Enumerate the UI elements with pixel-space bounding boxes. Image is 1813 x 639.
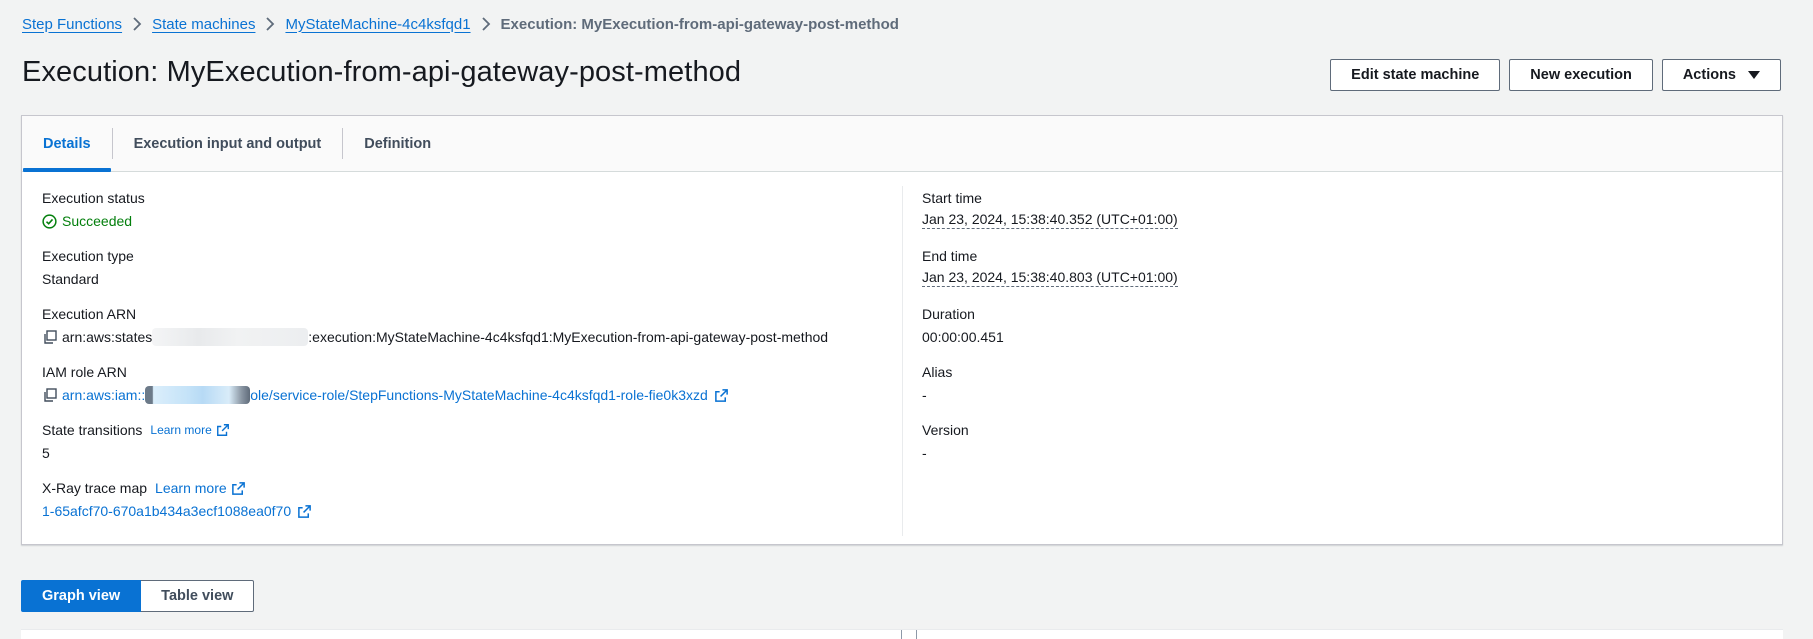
- view-toggle: Graph view Table view: [21, 580, 255, 612]
- tab-details[interactable]: Details: [22, 116, 112, 172]
- learn-more-link[interactable]: Learn more: [155, 478, 246, 498]
- new-execution-button[interactable]: New execution: [1509, 59, 1653, 91]
- start-time-timestamp[interactable]: Jan 23, 2024, 15:38:40.352 (UTC+01:00): [922, 211, 1178, 229]
- execution-arn-value: arn:aws:states :execution:MyStateMachine…: [42, 327, 902, 347]
- panel-divider[interactable]: [916, 630, 917, 639]
- copy-icon[interactable]: [42, 387, 58, 403]
- status-badge: Succeeded: [62, 213, 133, 229]
- version-field: Version -: [922, 420, 969, 463]
- iam-role-arn-label: IAM role ARN: [42, 364, 127, 380]
- breadcrumb-state-machines[interactable]: State machines: [152, 16, 255, 33]
- learn-more-label: Learn more: [150, 423, 212, 437]
- new-execution-label: New execution: [1530, 67, 1632, 83]
- external-link-icon: [216, 423, 230, 437]
- start-time-label: Start time: [922, 190, 982, 206]
- xray-trace-value: 1-65afcf70-670a1b434a3ecf1088ea0f70: [42, 501, 312, 521]
- learn-more-link[interactable]: Learn more: [150, 420, 229, 440]
- execution-status-value: Succeeded: [42, 211, 145, 231]
- iam-role-arn-link-prefix[interactable]: arn:aws:iam::: [62, 385, 145, 405]
- execution-arn-label: Execution ARN: [42, 306, 137, 322]
- page: Step Functions State machines MyStateMac…: [0, 0, 1813, 639]
- execution-type-label: Execution type: [42, 248, 134, 264]
- breadcrumb-current: Execution: MyExecution-from-api-gateway-…: [500, 15, 899, 33]
- external-link-icon[interactable]: [297, 504, 312, 519]
- graph-panel: [21, 629, 1783, 639]
- copy-icon[interactable]: [42, 329, 58, 345]
- xray-label: X-Ray trace map: [42, 480, 148, 496]
- details-panel: Execution status Succeeded Execution typ…: [22, 172, 1782, 544]
- state-transitions-label: State transitions: [42, 422, 143, 438]
- execution-status-label: Execution status: [42, 190, 145, 206]
- panel-divider[interactable]: [901, 630, 902, 639]
- page-title: Execution: MyExecution-from-api-gateway-…: [22, 56, 742, 88]
- chevron-right-icon: [122, 17, 152, 31]
- end-time-value: Jan 23, 2024, 15:38:40.803 (UTC+01:00): [922, 269, 1178, 287]
- iam-role-arn-field: IAM role ARN arn:aws:iam:: ole/service-r…: [42, 362, 902, 405]
- redacted-account-id: [145, 386, 251, 404]
- xray-field: X-Ray trace map Learn more 1-65afcf70-67…: [42, 478, 312, 521]
- redacted-account-id: [152, 328, 309, 346]
- breadcrumb-state-machine[interactable]: MyStateMachine-4c4ksfqd1: [285, 16, 470, 33]
- duration-field: Duration 00:00:00.451: [922, 304, 1004, 347]
- chevron-right-icon: [255, 17, 285, 31]
- execution-arn-field: Execution ARN arn:aws:states :execution:…: [42, 304, 902, 347]
- execution-arn-suffix: :execution:MyStateMachine-4c4ksfqd1:MyEx…: [308, 329, 829, 345]
- xray-trace-link[interactable]: 1-65afcf70-670a1b434a3ecf1088ea0f70: [42, 501, 291, 521]
- learn-more-label: Learn more: [155, 480, 227, 496]
- xray-label-row: X-Ray trace map Learn more: [42, 478, 312, 498]
- execution-type-field: Execution type Standard: [42, 246, 134, 289]
- start-time-field: Start time Jan 23, 2024, 15:38:40.352 (U…: [922, 188, 1178, 229]
- start-time-value: Jan 23, 2024, 15:38:40.352 (UTC+01:00): [922, 211, 1178, 229]
- state-transitions-field: State transitions Learn more 5: [42, 420, 230, 463]
- edit-state-machine-button[interactable]: Edit state machine: [1330, 59, 1501, 91]
- version-value: -: [922, 445, 927, 461]
- edit-state-machine-label: Edit state machine: [1351, 67, 1480, 83]
- status-success-icon: [42, 213, 57, 229]
- end-time-timestamp[interactable]: Jan 23, 2024, 15:38:40.803 (UTC+01:00): [922, 269, 1178, 287]
- alias-field: Alias -: [922, 362, 952, 405]
- column-divider: [902, 186, 903, 536]
- tab-bar: Details Execution input and output Defin…: [22, 116, 1782, 172]
- table-view-button[interactable]: Table view: [141, 580, 255, 612]
- external-link-icon[interactable]: [714, 388, 729, 403]
- breadcrumb-step-functions[interactable]: Step Functions: [22, 16, 122, 33]
- chevron-right-icon: [471, 17, 501, 31]
- iam-role-arn-value: arn:aws:iam:: ole/service-role/StepFunct…: [42, 385, 902, 405]
- alias-label: Alias: [922, 364, 953, 380]
- iam-role-arn-link-suffix[interactable]: ole/service-role/StepFunctions-MyStateMa…: [250, 385, 708, 405]
- actions-dropdown-button[interactable]: Actions: [1661, 59, 1781, 91]
- duration-value: 00:00:00.451: [922, 329, 1004, 345]
- execution-type-value: Standard: [42, 271, 99, 287]
- caret-down-icon: [1748, 71, 1760, 79]
- external-link-icon: [231, 481, 246, 496]
- state-transitions-label-row: State transitions Learn more: [42, 420, 230, 440]
- end-time-field: End time Jan 23, 2024, 15:38:40.803 (UTC…: [922, 246, 1178, 287]
- graph-view-button[interactable]: Graph view: [21, 580, 142, 612]
- header-actions: Edit state machine New execution Actions: [1330, 59, 1781, 91]
- end-time-label: End time: [922, 248, 978, 264]
- execution-arn-prefix: arn:aws:states: [62, 329, 153, 345]
- duration-label: Duration: [922, 306, 975, 322]
- actions-label: Actions: [1682, 67, 1736, 83]
- tab-execution-input-output[interactable]: Execution input and output: [113, 116, 343, 171]
- breadcrumb: Step Functions State machines MyStateMac…: [22, 14, 899, 34]
- execution-status-field: Execution status Succeeded: [42, 188, 145, 231]
- tab-definition[interactable]: Definition: [343, 116, 452, 171]
- version-label: Version: [922, 422, 969, 438]
- details-container: Details Execution input and output Defin…: [21, 115, 1783, 545]
- alias-value: -: [922, 387, 927, 403]
- state-transitions-value: 5: [42, 445, 50, 461]
